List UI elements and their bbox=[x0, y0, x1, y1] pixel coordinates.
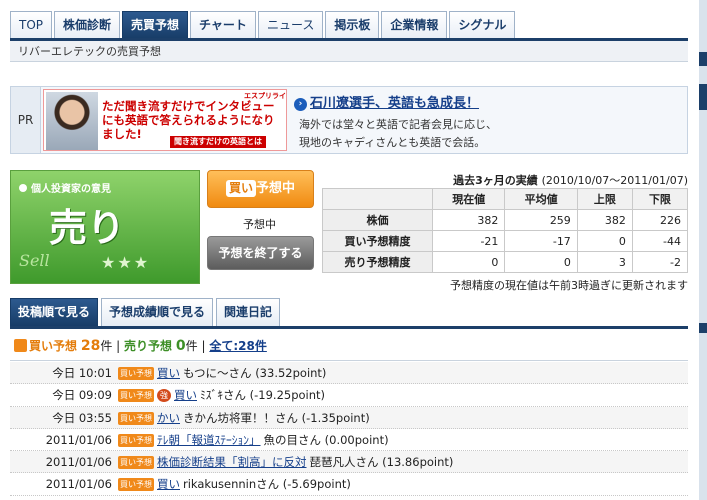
buy-forecast-button[interactable]: 買い 予想中 bbox=[207, 170, 314, 208]
post-title-link[interactable]: 買い bbox=[174, 388, 197, 402]
ad-banner-text: ただ聞き流すだけでインタビューにも英語で答えられるようになりました! bbox=[102, 99, 275, 141]
post-author: rikakusenninさん (-5.69point) bbox=[183, 477, 351, 492]
forecast-counts: 買い予想 28件 | 売り予想 0件 | 全て:28件 bbox=[14, 337, 267, 354]
buy-forecast-icon bbox=[14, 339, 27, 352]
tab-by-score[interactable]: 予想成績順で見る bbox=[101, 298, 214, 326]
post-author: きかん坊将軍！！さん (-1.35point) bbox=[183, 410, 370, 425]
ad-banner[interactable]: エスプリライン ただ聞き流すだけでインタビューにも英語で答えられるようになりまし… bbox=[43, 89, 287, 151]
end-forecast-button[interactable]: 予想を終了する bbox=[207, 236, 314, 270]
ad-headline-link[interactable]: › 石川遼選手、英語も急成長！ bbox=[294, 92, 479, 111]
post-title-link[interactable]: 買い bbox=[157, 477, 180, 491]
buy-forecast-badge: 買い予想 bbox=[118, 389, 154, 403]
buy-forecast-badge: 買い予想 bbox=[118, 433, 154, 447]
divider bbox=[10, 360, 688, 361]
list-item: 今日 03:55 買い予想 かい きかん坊将軍！！さん (-1.35point) bbox=[10, 406, 688, 429]
pr-ad-box: PR エスプリライン ただ聞き流すだけでインタビューにも英語で答えられるようにな… bbox=[10, 86, 688, 154]
buy-forecast-badge: 買い予想 bbox=[118, 367, 154, 380]
col-average: 平均値 bbox=[504, 188, 578, 210]
tab-signal[interactable]: シグナル bbox=[449, 11, 516, 39]
list-item: 今日 09:09 買い予想強買い ﾐｽﾞｷさん (-19.25point) bbox=[10, 384, 688, 407]
buy-forecast-badge: 買い予想 bbox=[118, 478, 154, 492]
page-scrollbar[interactable] bbox=[699, 0, 707, 500]
arrow-circle-icon: › bbox=[294, 98, 307, 111]
table-row: 売り予想精度 0 0 3 -2 bbox=[322, 251, 689, 273]
col-min: 下限 bbox=[631, 188, 689, 210]
post-title-link[interactable]: 株価診断結果「割高」に反対 bbox=[157, 455, 307, 469]
list-tab-underline bbox=[10, 326, 688, 329]
list-item: 今日 10:01 買い予想 買い もつに〜さん (33.52point) bbox=[10, 362, 688, 385]
stats-table: 現在値 平均値 上限 下限 株価 382 259 382 226 買い予想精度 -21… bbox=[322, 188, 689, 273]
investor-opinion-badge: 個人投資家の意見 売り Sell ★★★ bbox=[10, 170, 200, 284]
right-edge-block bbox=[699, 323, 707, 333]
post-author: 琵琶凡人さん (13.86point) bbox=[309, 455, 454, 470]
pr-label: PR bbox=[11, 87, 41, 153]
opinion-value: 売り bbox=[49, 206, 126, 250]
stats-title: 過去3ヶ月の実績 (2010/10/07〜2011/01/07) bbox=[453, 174, 688, 187]
sell-count: 0 bbox=[175, 338, 186, 354]
col-current: 現在値 bbox=[431, 188, 506, 210]
main-tabs: TOP 株価診断 売買予想 チャート ニュース 掲示板 企業情報 シグナル bbox=[10, 11, 516, 39]
tab-chart[interactable]: チャート bbox=[190, 11, 256, 39]
buy-count: 28 bbox=[80, 338, 101, 354]
ad-photo bbox=[46, 92, 98, 150]
buy-forecast-badge: 買い予想 bbox=[118, 411, 154, 425]
tab-bbs[interactable]: 掲示板 bbox=[325, 11, 380, 39]
list-item: 2011/01/06 買い予想 買い rikakusenninさん (-5.69poi… bbox=[10, 473, 688, 496]
stats-note: 予想精度の現在値は午前3時過ぎに更新されます bbox=[450, 279, 688, 292]
list-tabs: 投稿順で見る 予想成績順で見る 関連日記 bbox=[10, 298, 281, 326]
right-edge-block bbox=[699, 52, 707, 66]
post-author: もつに〜さん (33.52point) bbox=[183, 366, 327, 380]
table-row: 株価 382 259 382 226 bbox=[322, 209, 689, 231]
table-row: 買い予想精度 -21 -17 0 -44 bbox=[322, 230, 689, 252]
post-author: ﾐｽﾞｷさん (-19.25point) bbox=[200, 388, 326, 403]
post-author: 魚の目さん (0.00point) bbox=[263, 432, 389, 447]
list-item: 2011/01/06 買い予想 ﾃﾚ朝「報道ｽﾃｰｼｮﾝ」 魚の目さん (0.00po… bbox=[10, 429, 688, 452]
forecast-status: 予想中 bbox=[243, 218, 276, 231]
tab-company-info[interactable]: 企業情報 bbox=[381, 11, 448, 39]
post-list: 今日 10:01 買い予想 買い もつに〜さん (33.52point) 今日 09:… bbox=[10, 362, 688, 496]
star-rating-icon: ★★★ bbox=[101, 253, 151, 272]
ad-body: 海外では堂々と英語で記者会見に応じ、 現地のキャディさんとも英語で会話。 bbox=[299, 118, 497, 149]
list-item: 2011/01/06 買い予想 株価診断結果「割高」に反対 琵琶凡人さん (13.86… bbox=[10, 451, 688, 474]
strong-badge: 強 bbox=[157, 389, 171, 403]
right-edge-block bbox=[699, 84, 707, 110]
post-title-link[interactable]: ﾃﾚ朝「報道ｽﾃｰｼｮﾝ」 bbox=[157, 433, 261, 447]
opinion-label: 個人投資家の意見 bbox=[19, 180, 111, 195]
col-max: 上限 bbox=[576, 188, 633, 210]
page-title: リバーエレテックの売買予想 bbox=[10, 41, 688, 62]
post-title-link[interactable]: かい bbox=[157, 411, 180, 425]
post-title-link[interactable]: 買い bbox=[157, 366, 180, 380]
ad-banner-button[interactable]: 聞き流すだけの英語とは bbox=[170, 136, 266, 148]
tab-news[interactable]: ニュース bbox=[257, 11, 324, 39]
tab-related-diary[interactable]: 関連日記 bbox=[216, 298, 281, 326]
tab-top[interactable]: TOP bbox=[10, 11, 53, 39]
opinion-tag: Sell bbox=[19, 251, 50, 270]
buy-forecast-badge: 買い予想 bbox=[118, 456, 154, 470]
tab-stock-diagnosis[interactable]: 株価診断 bbox=[54, 11, 121, 39]
tab-trade-forecast[interactable]: 売買予想 bbox=[122, 11, 189, 39]
tab-by-post[interactable]: 投稿順で見る bbox=[10, 298, 99, 326]
all-forecasts-link[interactable]: 全て:28件 bbox=[209, 339, 267, 353]
